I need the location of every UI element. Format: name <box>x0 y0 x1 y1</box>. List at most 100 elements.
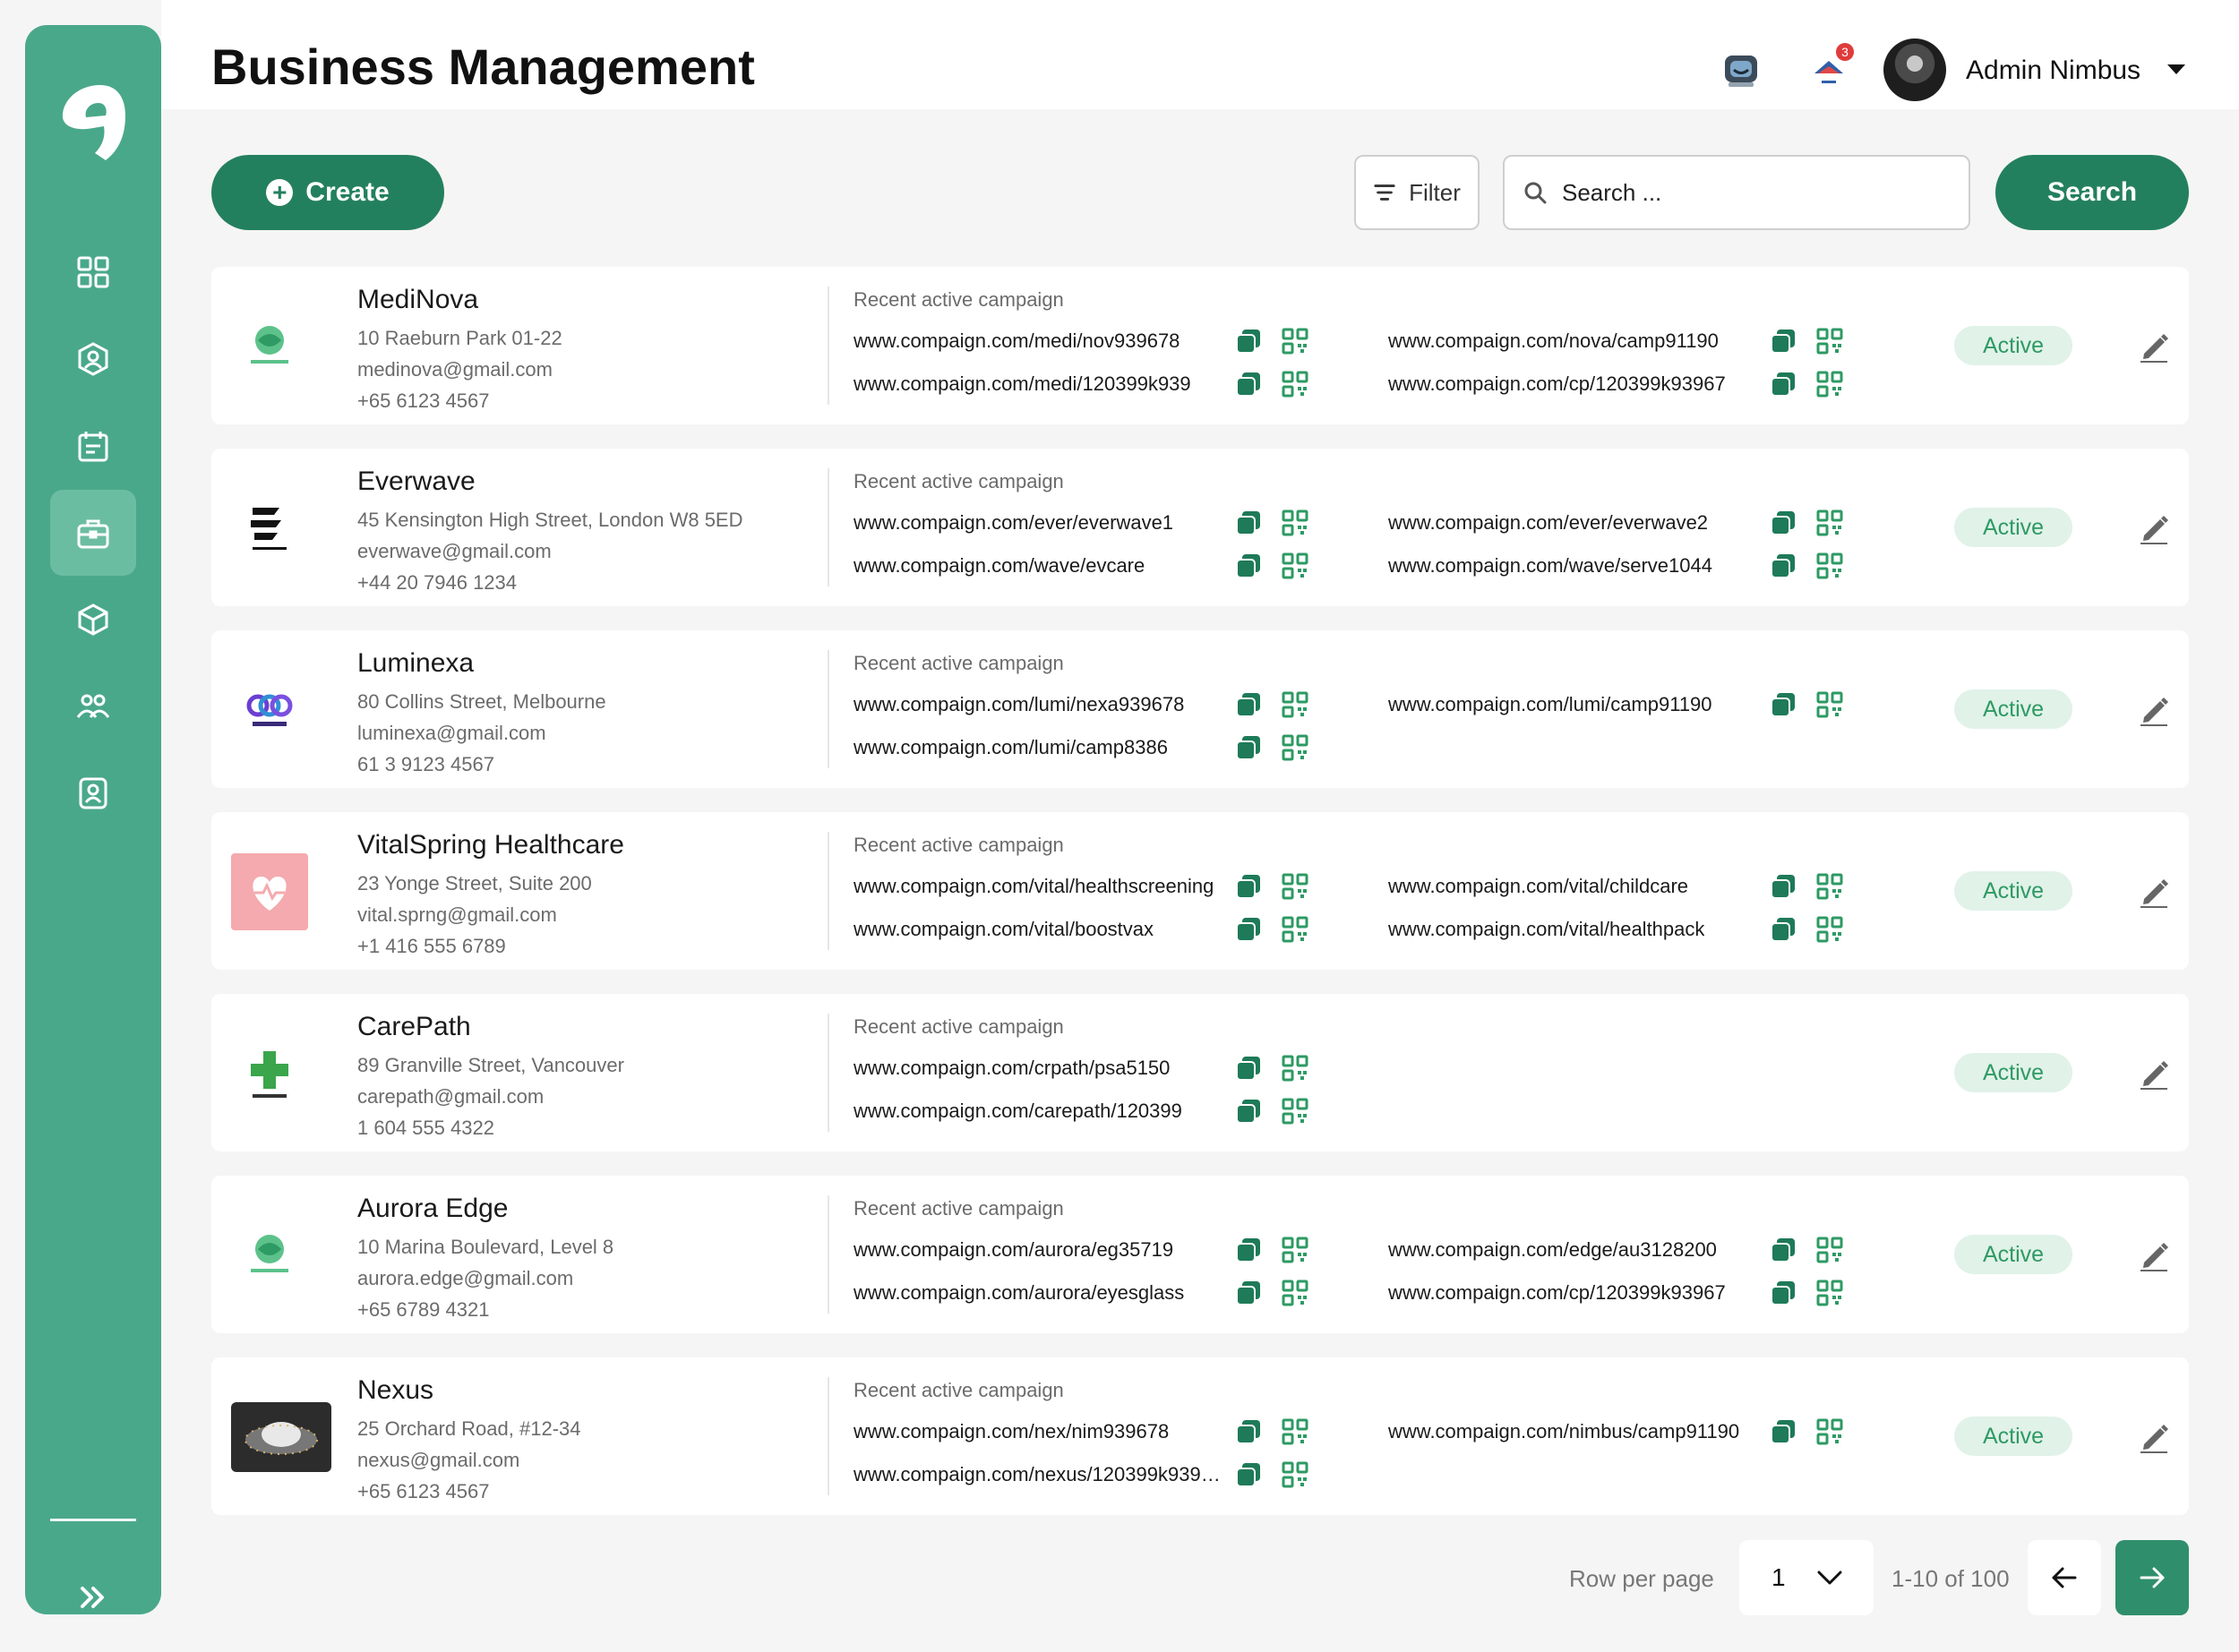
edit-icon[interactable] <box>2137 330 2171 364</box>
qr-code-icon[interactable] <box>1815 872 1844 901</box>
campaign-link[interactable]: www.compaign.com/lumi/nexa939678 <box>854 693 1184 716</box>
campaign-link[interactable]: www.compaign.com/vital/healthpack <box>1388 918 1704 941</box>
edit-icon[interactable] <box>2137 875 2171 909</box>
sidebar-item-users[interactable] <box>50 663 136 749</box>
qr-code-icon[interactable] <box>1281 509 1309 537</box>
qr-code-icon[interactable] <box>1281 690 1309 719</box>
copy-icon[interactable] <box>1769 1236 1797 1264</box>
user-name[interactable]: Admin Nimbus <box>1966 56 2140 86</box>
campaign-link[interactable]: www.compaign.com/cp/120399k93967 <box>1388 1281 1726 1305</box>
qr-code-icon[interactable] <box>1281 1097 1309 1126</box>
expand-sidebar-button[interactable] <box>68 1572 118 1622</box>
business-name[interactable]: Nexus <box>357 1375 581 1406</box>
next-page-button[interactable] <box>2115 1540 2189 1615</box>
copy-icon[interactable] <box>1234 690 1263 719</box>
business-name[interactable]: Everwave <box>357 466 743 497</box>
copy-icon[interactable] <box>1234 1097 1263 1126</box>
campaign-link[interactable]: www.compaign.com/lumi/camp8386 <box>854 736 1168 759</box>
app-logo-icon[interactable] <box>54 74 133 173</box>
campaign-link[interactable]: www.compaign.com/carepath/120399 <box>854 1100 1182 1123</box>
qr-code-icon[interactable] <box>1815 915 1844 944</box>
user-avatar[interactable] <box>1883 39 1946 101</box>
campaign-link[interactable]: www.compaign.com/vital/healthscreening <box>854 875 1214 898</box>
sidebar-item-profile[interactable] <box>50 316 136 402</box>
sidebar-item-accounts[interactable] <box>50 750 136 836</box>
create-button[interactable]: + Create <box>211 155 444 230</box>
edit-icon[interactable] <box>2137 511 2171 545</box>
copy-icon[interactable] <box>1234 370 1263 398</box>
campaign-link[interactable]: www.compaign.com/vital/childcare <box>1388 875 1688 898</box>
campaign-link[interactable]: www.compaign.com/wave/evcare <box>854 554 1145 578</box>
notification-bell-icon[interactable]: 3 <box>1806 43 1854 93</box>
mascot-icon[interactable] <box>1718 47 1764 93</box>
filter-button[interactable]: Filter <box>1354 155 1480 230</box>
qr-code-icon[interactable] <box>1281 370 1309 398</box>
edit-icon[interactable] <box>2137 1238 2171 1272</box>
business-name[interactable]: VitalSpring Healthcare <box>357 830 624 860</box>
copy-icon[interactable] <box>1234 1236 1263 1264</box>
copy-icon[interactable] <box>1234 872 1263 901</box>
copy-icon[interactable] <box>1769 552 1797 580</box>
qr-code-icon[interactable] <box>1815 509 1844 537</box>
qr-code-icon[interactable] <box>1815 552 1844 580</box>
campaign-link[interactable]: www.compaign.com/edge/au3128200 <box>1388 1238 1717 1262</box>
qr-code-icon[interactable] <box>1281 915 1309 944</box>
copy-icon[interactable] <box>1234 1279 1263 1307</box>
copy-icon[interactable] <box>1234 1417 1263 1446</box>
qr-code-icon[interactable] <box>1281 872 1309 901</box>
qr-code-icon[interactable] <box>1281 1279 1309 1307</box>
business-name[interactable]: Aurora Edge <box>357 1194 613 1224</box>
qr-code-icon[interactable] <box>1815 1236 1844 1264</box>
qr-code-icon[interactable] <box>1281 1417 1309 1446</box>
campaign-link[interactable]: www.compaign.com/ever/everwave1 <box>854 511 1173 535</box>
copy-icon[interactable] <box>1234 327 1263 355</box>
qr-code-icon[interactable] <box>1281 1460 1309 1489</box>
business-name[interactable]: CarePath <box>357 1012 624 1042</box>
copy-icon[interactable] <box>1769 1279 1797 1307</box>
copy-icon[interactable] <box>1234 1054 1263 1083</box>
rows-per-page-select[interactable]: 1 <box>1739 1540 1874 1615</box>
campaign-link[interactable]: www.compaign.com/nexus/120399k93967 <box>854 1463 1221 1486</box>
copy-icon[interactable] <box>1234 552 1263 580</box>
qr-code-icon[interactable] <box>1281 1236 1309 1264</box>
campaign-link[interactable]: www.compaign.com/wave/serve1044 <box>1388 554 1712 578</box>
copy-icon[interactable] <box>1769 509 1797 537</box>
edit-icon[interactable] <box>2137 1420 2171 1454</box>
qr-code-icon[interactable] <box>1281 1054 1309 1083</box>
campaign-link[interactable]: www.compaign.com/aurora/eyesglass <box>854 1281 1184 1305</box>
sidebar-item-products[interactable] <box>50 577 136 663</box>
sidebar-item-dashboard[interactable] <box>50 229 136 315</box>
campaign-link[interactable]: www.compaign.com/aurora/eg35719 <box>854 1238 1173 1262</box>
campaign-link[interactable]: www.compaign.com/lumi/camp91190 <box>1388 693 1712 716</box>
qr-code-icon[interactable] <box>1815 1279 1844 1307</box>
qr-code-icon[interactable] <box>1281 552 1309 580</box>
campaign-link[interactable]: www.compaign.com/nimbus/camp91190 <box>1388 1420 1739 1443</box>
search-input[interactable] <box>1562 178 1938 207</box>
previous-page-button[interactable] <box>2028 1540 2101 1615</box>
copy-icon[interactable] <box>1769 690 1797 719</box>
campaign-link[interactable]: www.compaign.com/medi/nov939678 <box>854 330 1180 353</box>
copy-icon[interactable] <box>1769 1417 1797 1446</box>
qr-code-icon[interactable] <box>1281 733 1309 762</box>
copy-icon[interactable] <box>1769 915 1797 944</box>
campaign-link[interactable]: www.compaign.com/cp/120399k93967 <box>1388 372 1726 396</box>
sidebar-item-business[interactable] <box>50 490 136 576</box>
copy-icon[interactable] <box>1769 872 1797 901</box>
qr-code-icon[interactable] <box>1815 690 1844 719</box>
business-name[interactable]: Luminexa <box>357 648 606 679</box>
qr-code-icon[interactable] <box>1281 327 1309 355</box>
caret-down-icon[interactable] <box>2167 64 2185 74</box>
copy-icon[interactable] <box>1769 327 1797 355</box>
copy-icon[interactable] <box>1769 370 1797 398</box>
edit-icon[interactable] <box>2137 693 2171 727</box>
copy-icon[interactable] <box>1234 509 1263 537</box>
copy-icon[interactable] <box>1234 1460 1263 1489</box>
campaign-link[interactable]: www.compaign.com/ever/everwave2 <box>1388 511 1708 535</box>
copy-icon[interactable] <box>1234 733 1263 762</box>
campaign-link[interactable]: www.compaign.com/nova/camp91190 <box>1388 330 1719 353</box>
copy-icon[interactable] <box>1234 915 1263 944</box>
search-button[interactable]: Search <box>1995 155 2189 230</box>
qr-code-icon[interactable] <box>1815 370 1844 398</box>
qr-code-icon[interactable] <box>1815 1417 1844 1446</box>
edit-icon[interactable] <box>2137 1057 2171 1091</box>
